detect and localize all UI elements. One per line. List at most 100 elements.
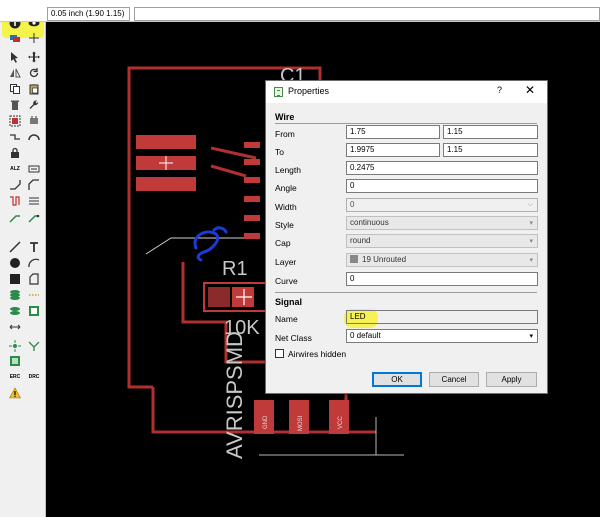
to-x-field[interactable]: 1.9975 [346, 143, 440, 157]
pad-strip-3 [244, 177, 260, 183]
copy-icon[interactable] [8, 82, 22, 96]
trace-diag2 [210, 164, 247, 178]
cap-value: round [350, 236, 371, 245]
layer-value: 19 Unrouted [362, 255, 407, 264]
group-icon[interactable] [8, 114, 22, 128]
style-label: Style [275, 220, 294, 230]
to-y-field[interactable]: 1.15 [443, 143, 538, 157]
label-avrisp: AVRISPSMD [222, 331, 247, 459]
from-x-field[interactable]: 1.75 [346, 125, 440, 139]
curve-label: Curve [275, 276, 298, 286]
label-mosi: MOSI [298, 415, 304, 431]
cap-combo[interactable]: round ▾ [346, 234, 538, 248]
from-y-field[interactable]: 1.15 [443, 125, 538, 139]
signal-divider [275, 292, 537, 293]
net-class-label: Net Class [275, 333, 312, 343]
optimize-icon[interactable] [27, 130, 41, 144]
polygon-icon[interactable] [27, 272, 41, 286]
autorouter-icon[interactable] [27, 339, 41, 353]
rotate-icon[interactable] [27, 66, 41, 80]
meander-icon[interactable] [8, 194, 22, 208]
smd-icon[interactable] [8, 339, 22, 353]
value-icon[interactable] [27, 162, 41, 176]
name-label: Name [275, 314, 298, 324]
hole-icon[interactable] [27, 304, 41, 318]
label-vcc: VCC [338, 416, 344, 429]
from-label: From [275, 129, 295, 139]
lock-icon[interactable] [8, 146, 22, 160]
layer-label: Layer [275, 257, 297, 267]
width-value: 0 [350, 200, 355, 209]
dialog-title: Properties [288, 86, 330, 96]
pad-icon[interactable] [8, 304, 22, 318]
ripup-icon[interactable] [8, 210, 22, 224]
smash-icon[interactable]: ALZ [8, 162, 22, 176]
chevron-down-icon: ▾ [529, 238, 533, 245]
drc-icon[interactable]: DRC [27, 370, 41, 384]
coordinate-display: 0.05 inch (1.90 1.15) [47, 7, 130, 21]
layer-stack-icon[interactable] [8, 288, 22, 302]
split-wire-icon[interactable] [27, 178, 41, 192]
angle-field[interactable]: 0 [346, 179, 538, 193]
cancel-button[interactable]: Cancel [429, 372, 479, 387]
trace-left [127, 114, 153, 389]
route-icon[interactable] [27, 194, 41, 208]
dimension-icon[interactable] [8, 320, 22, 334]
command-line-input[interactable] [134, 7, 600, 21]
net-class-combo[interactable]: 0 default ▾ [346, 329, 538, 343]
wire-section-title: Wire [275, 112, 295, 122]
layer-icon[interactable] [8, 31, 22, 45]
mirror-icon[interactable] [8, 66, 22, 80]
pad-strip-6 [244, 233, 260, 239]
properties-icon [274, 87, 283, 97]
properties-dialog: Properties ? ✕ Wire From 1.75 1.15 To 1.… [265, 80, 548, 394]
label-r1: R1 [222, 258, 248, 280]
arc-icon[interactable] [8, 256, 22, 270]
delete-icon[interactable] [8, 98, 22, 112]
line-icon[interactable] [8, 240, 22, 254]
pad-c1-1 [136, 135, 196, 149]
help-button[interactable]: ? [497, 85, 502, 95]
pad-r1-a [208, 287, 230, 307]
length-field[interactable]: 0.2475 [346, 161, 538, 175]
airwires-hidden-label: Airwires hidden [288, 349, 347, 359]
cap-label: Cap [275, 238, 291, 248]
ok-button[interactable]: OK [372, 372, 422, 387]
chevron-down-icon: ▾ [529, 257, 533, 264]
signal-name-field[interactable]: LED [346, 310, 538, 324]
label-gnd: GND [263, 415, 269, 429]
pad-strip-1 [244, 142, 260, 148]
warning-icon[interactable] [8, 386, 22, 400]
chevron-down-icon: ▾ [529, 220, 533, 227]
miter-icon[interactable] [8, 178, 22, 192]
move-icon[interactable] [27, 50, 41, 64]
select-icon[interactable] [8, 50, 22, 64]
rect-icon[interactable] [8, 272, 22, 286]
curve-field[interactable]: 0 [346, 272, 538, 286]
errors-icon[interactable] [8, 354, 22, 368]
signal-name-value: LED [350, 312, 366, 321]
change-icon[interactable] [27, 114, 41, 128]
apply-button[interactable]: Apply [486, 372, 537, 387]
style-combo[interactable]: continuous ▾ [346, 216, 538, 230]
paste-icon[interactable] [27, 82, 41, 96]
chevron-down-icon: ⌵ [527, 201, 533, 208]
wire-divider [275, 123, 537, 124]
width-combo[interactable]: 0 ⌵ [346, 198, 538, 212]
erc-icon[interactable]: ERC [8, 370, 22, 384]
via-icon[interactable] [27, 210, 41, 224]
ratsnest-icon[interactable] [27, 288, 41, 302]
mark-icon[interactable] [27, 31, 41, 45]
pad-strip-2 [244, 159, 260, 165]
wrench-icon[interactable] [27, 98, 41, 112]
pad-c1-3 [136, 177, 196, 191]
airwires-hidden-checkbox[interactable] [275, 349, 284, 358]
split-icon[interactable] [8, 130, 22, 144]
text-icon[interactable] [27, 240, 41, 254]
pad-strip-5 [244, 215, 260, 221]
circle-icon[interactable] [27, 256, 41, 270]
close-button[interactable]: ✕ [525, 83, 535, 97]
dialog-titlebar[interactable]: Properties ? ✕ [266, 81, 547, 103]
layer-combo[interactable]: 19 Unrouted ▾ [346, 253, 538, 267]
status-strip: 0.05 inch (1.90 1.15) [0, 0, 600, 22]
